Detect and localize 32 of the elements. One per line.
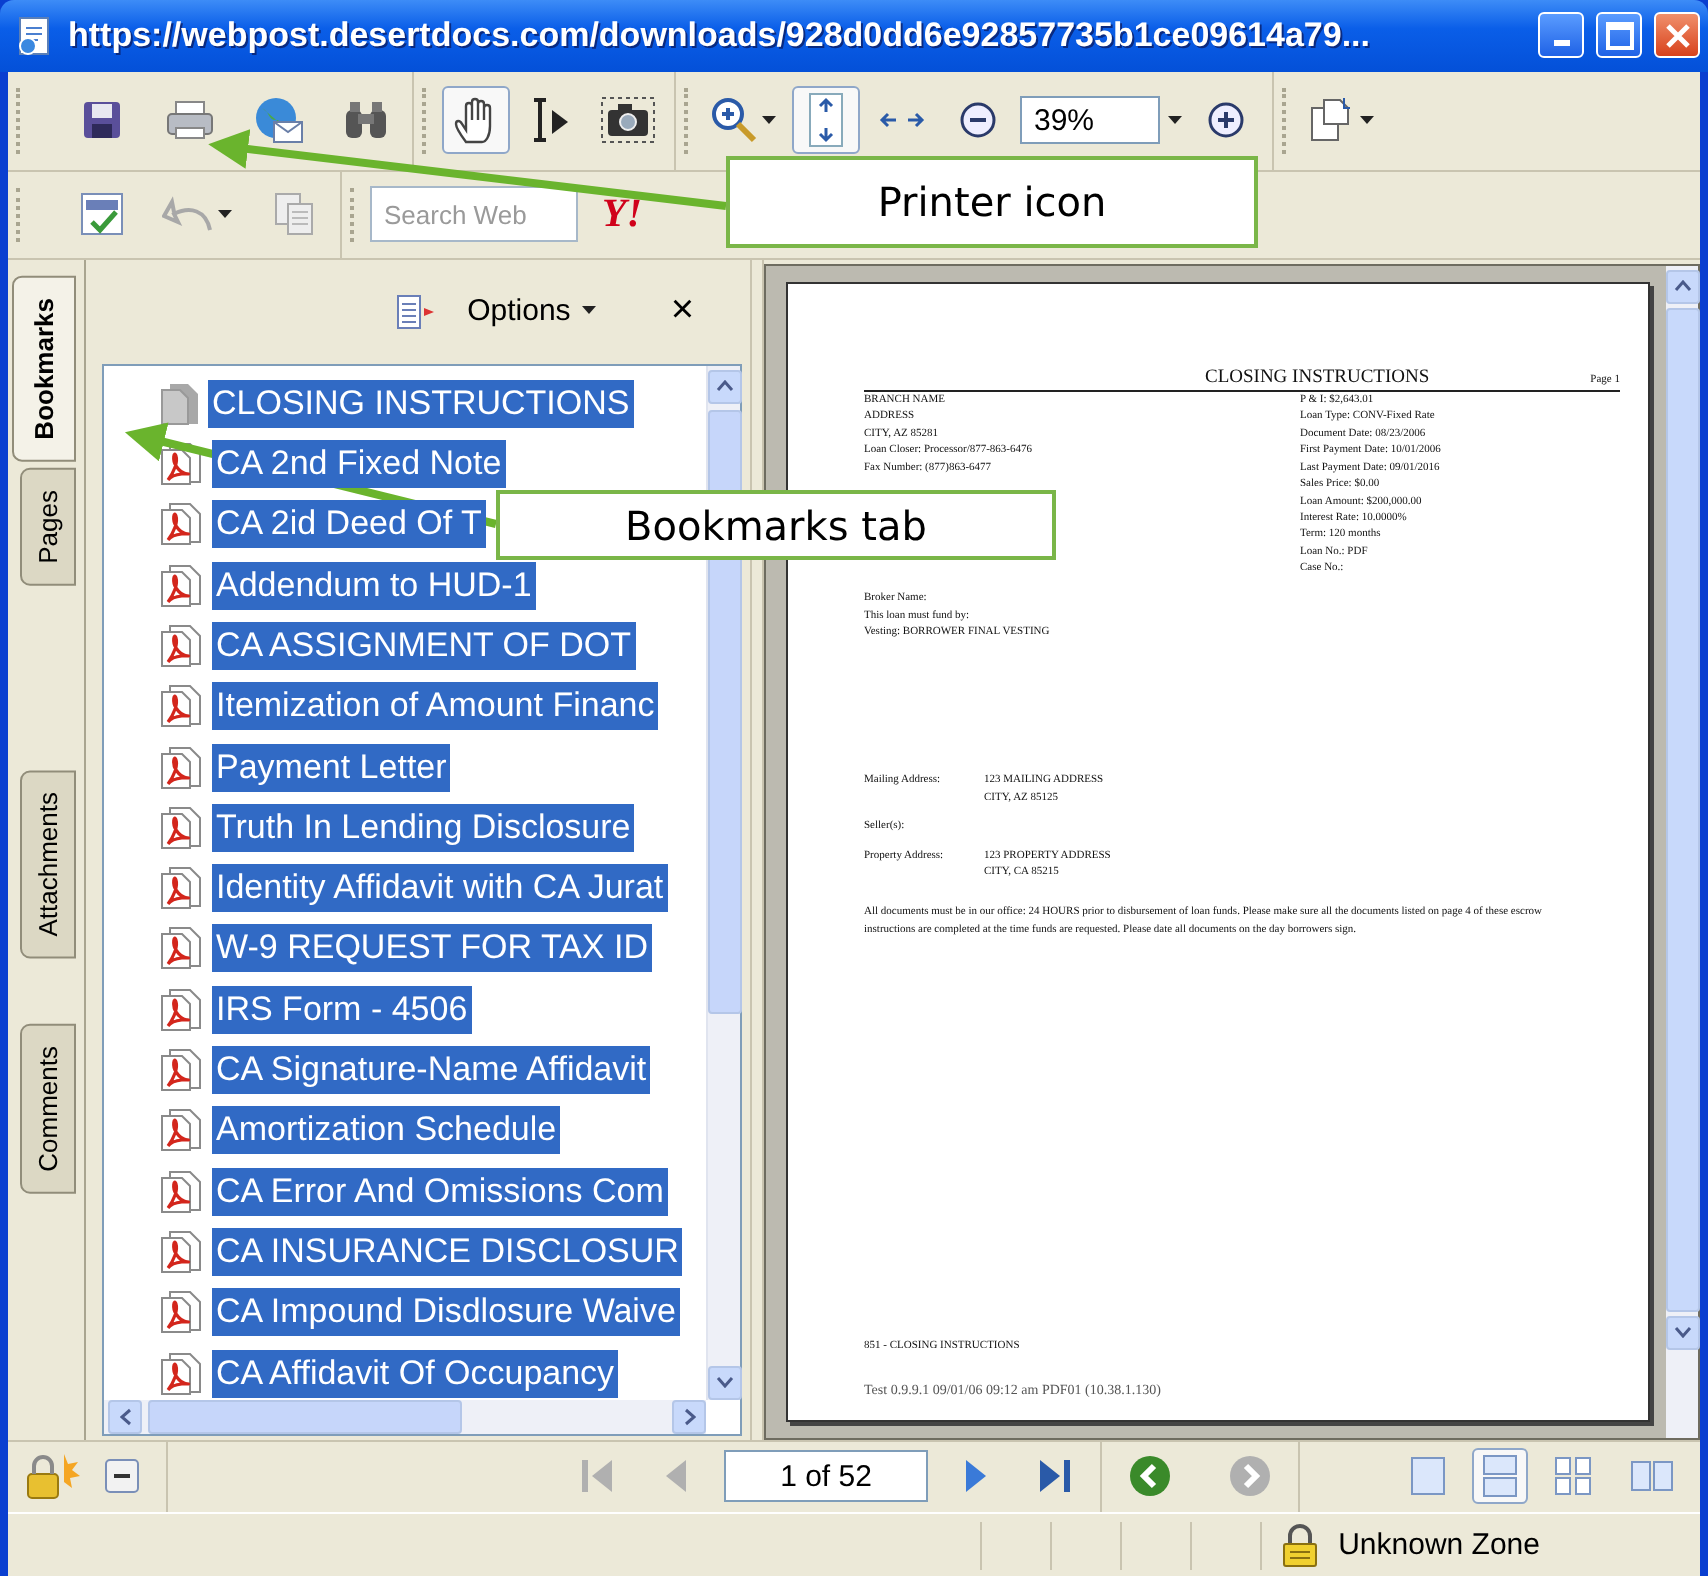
- bookmark-item[interactable]: CLOSING INSTRUCTIONS: [208, 379, 634, 428]
- bookmark-item[interactable]: CA 2id Deed Of T: [212, 500, 486, 549]
- bookmark-item[interactable]: CA Affidavit Of Occupancy: [212, 1349, 619, 1398]
- bookmark-item[interactable]: CA INSURANCE DISCLOSUR: [212, 1227, 683, 1276]
- options-menu[interactable]: Options: [455, 292, 611, 331]
- bookmark-item[interactable]: Payment Letter: [212, 743, 451, 792]
- search-provider-logo[interactable]: Y!: [602, 191, 642, 238]
- bookmark-item[interactable]: Addendum to HUD-1: [212, 561, 536, 610]
- callout-label: Printer icon: [726, 156, 1258, 248]
- bookmark-item[interactable]: Itemization of Amount Financ: [212, 682, 659, 731]
- zoom-field[interactable]: 39%: [1020, 96, 1160, 145]
- close-panel-button[interactable]: ×: [658, 286, 706, 337]
- bookmark-item[interactable]: CA 2nd Fixed Note: [212, 440, 506, 489]
- window-title: https://webpost.desertdocs.com/downloads/928d0dd6e92857735b1ce09614a79...: [68, 15, 1372, 56]
- bookmark-item[interactable]: W-9 REQUEST FOR TAX ID: [212, 924, 652, 973]
- bookmark-item[interactable]: Amortization Schedule: [212, 1106, 561, 1155]
- security-zone-label: Unknown Zone: [1338, 1528, 1540, 1563]
- document-title: CLOSING INSTRUCTIONS: [1203, 367, 1432, 388]
- bookmark-item[interactable]: CA Signature-Name Affidavit: [212, 1046, 651, 1095]
- search-field[interactable]: Search Web: [370, 186, 578, 243]
- bookmark-item[interactable]: IRS Form - 4506: [212, 985, 472, 1034]
- bookmark-item[interactable]: CA Impound Disdlosure Waive: [212, 1288, 680, 1337]
- bookmark-item[interactable]: Truth In Lending Disclosure: [212, 803, 635, 852]
- side-tab[interactable]: Attachments: [20, 770, 76, 960]
- bookmark-item[interactable]: CA Error And Omissions Com: [212, 1167, 668, 1216]
- side-tab[interactable]: Bookmarks: [12, 275, 76, 461]
- callout-label: Bookmarks tab: [496, 490, 1056, 560]
- bookmark-item[interactable]: Identity Affidavit with CA Jurat: [212, 864, 668, 913]
- side-tab[interactable]: Comments: [20, 1023, 76, 1193]
- side-tab[interactable]: Pages: [20, 468, 76, 587]
- bookmark-item[interactable]: CA ASSIGNMENT OF DOT: [212, 622, 635, 670]
- page-number-field[interactable]: 1 of 52: [724, 1450, 928, 1503]
